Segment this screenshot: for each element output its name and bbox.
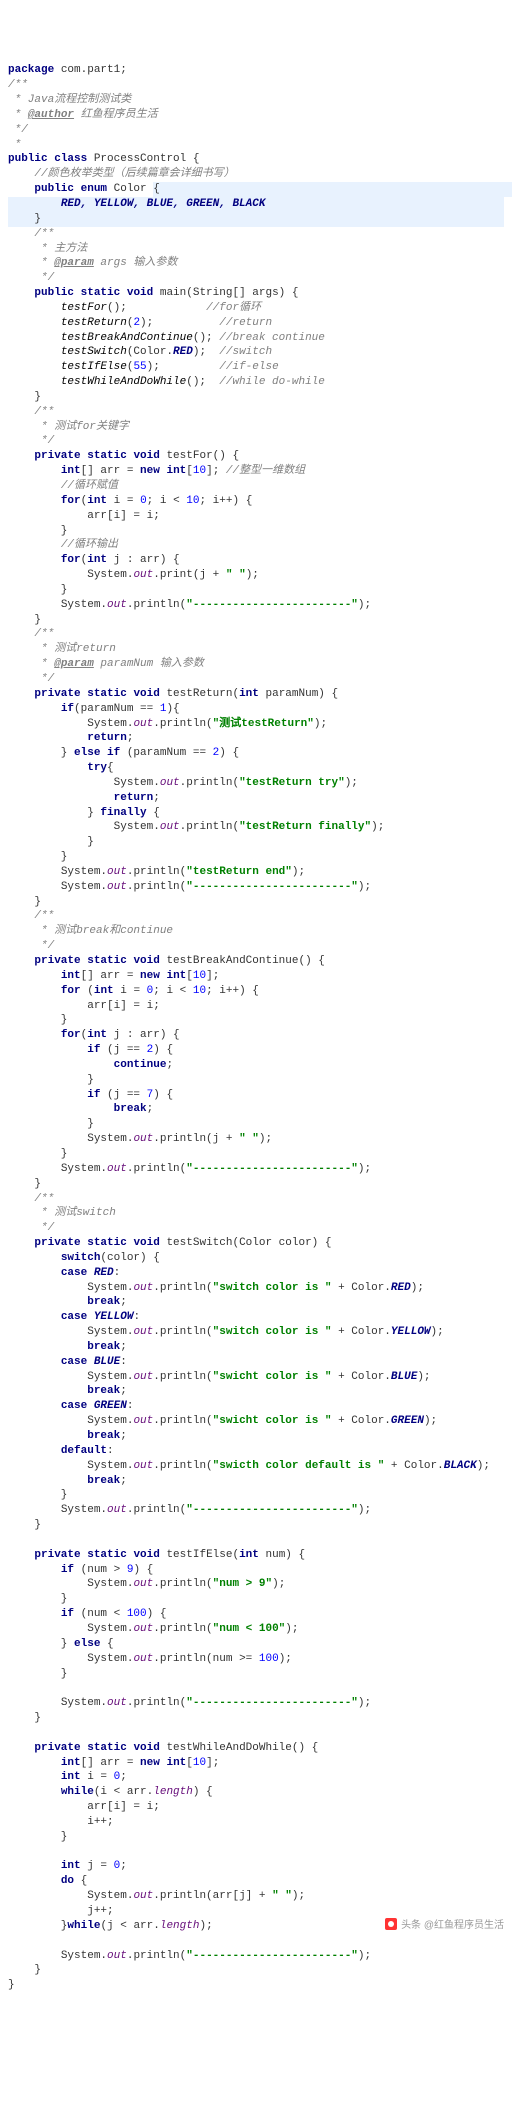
author-val: 红鱼程序员生活 <box>74 109 158 121</box>
highlighted-line: { <box>153 182 512 197</box>
watermark: 头条 @红鱼程序员生活 <box>385 1918 504 1933</box>
main-sig: main(String[] args) { <box>153 287 298 299</box>
testfor-sig: testFor() { <box>160 450 239 462</box>
toutiao-icon <box>385 1918 397 1930</box>
code-block: package com.part1; /** * Java流程控制测试类 * @… <box>8 63 504 1993</box>
enum-values: RED, YELLOW, BLUE, GREEN, BLACK <box>61 198 266 210</box>
kw-package: package <box>8 64 54 76</box>
comment-enum: //颜色枚举类型（后续篇章会详细书写） <box>34 168 234 180</box>
main-desc: 主方法 <box>48 243 88 255</box>
watermark-text: 头条 @红鱼程序员生活 <box>401 1920 504 1931</box>
pkg-name: com.part1; <box>54 64 127 76</box>
class-desc: Java流程控制测试类 <box>21 94 131 106</box>
class-decl: ProcessControl { <box>87 153 199 165</box>
javadoc-open: /** <box>8 79 28 91</box>
author-tag: @author <box>28 109 74 121</box>
